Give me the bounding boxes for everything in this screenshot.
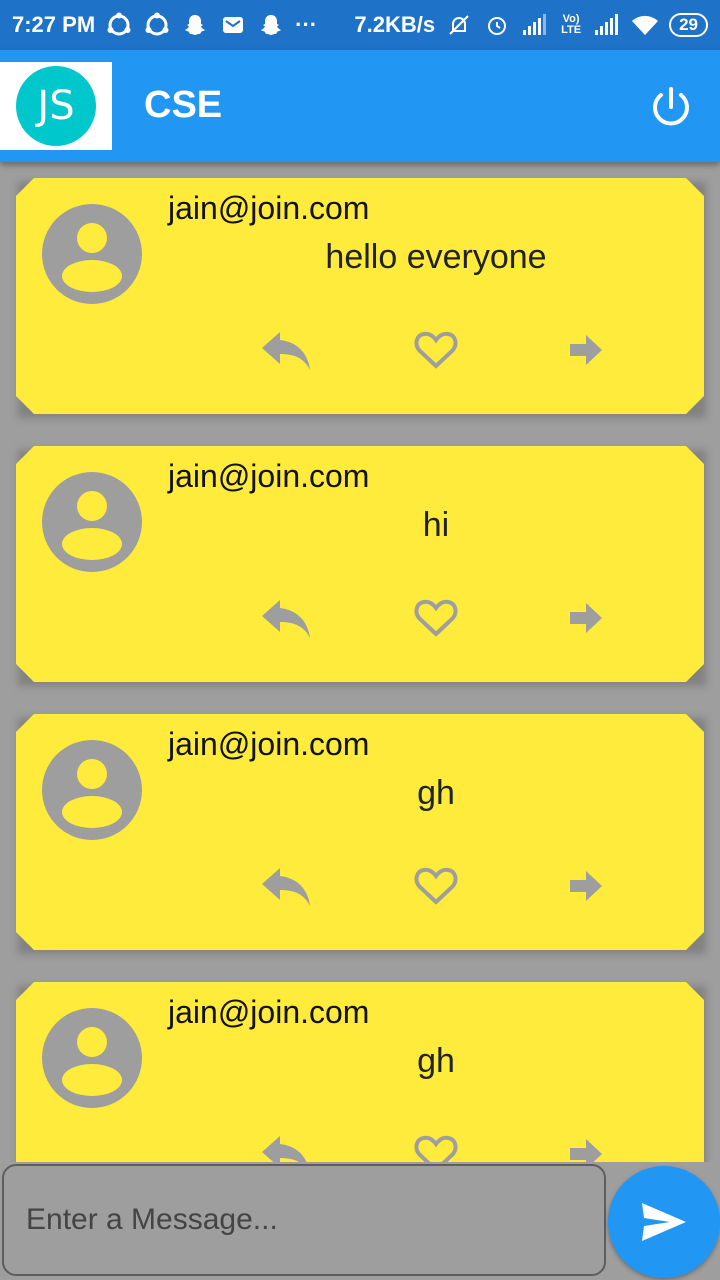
post-author: jain@join.com [168,190,370,226]
app-bar: JS CSE [0,50,720,162]
sync-icon [105,11,133,39]
signal-icon [521,11,549,39]
reply-button[interactable] [258,326,314,374]
sync-icon [143,11,171,39]
status-time: 7:27 PM [12,12,96,37]
post-card[interactable]: jain@join.com gh [16,714,704,950]
post-card[interactable]: jain@join.com hi [16,446,704,682]
post-message: hi [422,506,450,544]
avatar-icon [42,1008,142,1108]
volte-label: Vo) LTE [561,13,582,36]
message-feed[interactable]: jain@join.com hello everyone jain@join.c… [0,162,720,1162]
reply-button[interactable] [258,1130,314,1162]
reply-icon [262,332,310,370]
like-button[interactable] [408,594,464,642]
logo: JS [0,62,112,150]
post-message: gh [417,1042,455,1080]
snapchat-icon [181,11,209,39]
forward-button[interactable] [558,594,614,642]
post-author: jain@join.com [168,458,370,494]
power-icon [653,87,689,126]
alarm-icon [483,11,511,39]
forward-button[interactable] [558,862,614,910]
battery-icon: 29 [669,13,708,37]
signal-icon [593,11,621,39]
forward-button[interactable] [558,1130,614,1162]
heart-icon [414,867,458,905]
like-button[interactable] [408,1130,464,1162]
send-icon [642,1203,686,1241]
reply-icon [262,868,310,906]
status-bar: 7:27 PM ··· 7.2KB/s Vo) LTE 29 [0,0,720,50]
like-button[interactable] [408,862,464,910]
logout-button[interactable] [648,84,694,130]
do-not-disturb-icon [445,11,473,39]
post-author: jain@join.com [168,726,370,762]
avatar-icon [42,204,142,304]
composer-bar [0,1162,720,1280]
heart-icon [414,331,458,369]
forward-icon [570,335,602,365]
reply-button[interactable] [258,862,314,910]
post-author: jain@join.com [168,994,370,1030]
forward-icon [570,871,602,901]
logo-avatar: JS [16,66,96,146]
post-message: gh [417,774,455,812]
post-card[interactable]: jain@join.com hello everyone [16,178,704,414]
snapchat-icon [257,11,285,39]
heart-icon [414,1135,458,1162]
mail-icon [219,11,247,39]
forward-button[interactable] [558,326,614,374]
net-speed: 7.2KB/s [354,12,436,37]
forward-icon [570,1139,602,1162]
heart-icon [414,599,458,637]
message-input[interactable] [2,1164,606,1276]
reply-button[interactable] [258,594,314,642]
post-message: hello everyone [325,238,547,276]
more-notifications: ··· [295,12,318,37]
wifi-icon [631,11,659,39]
like-button[interactable] [408,326,464,374]
avatar-icon [42,740,142,840]
reply-icon [262,600,310,638]
avatar-icon [42,472,142,572]
post-card[interactable]: jain@join.com gh [16,982,704,1162]
reply-icon [262,1136,310,1162]
send-button[interactable] [608,1166,720,1278]
forward-icon [570,603,602,633]
page-title: CSE [144,84,223,126]
